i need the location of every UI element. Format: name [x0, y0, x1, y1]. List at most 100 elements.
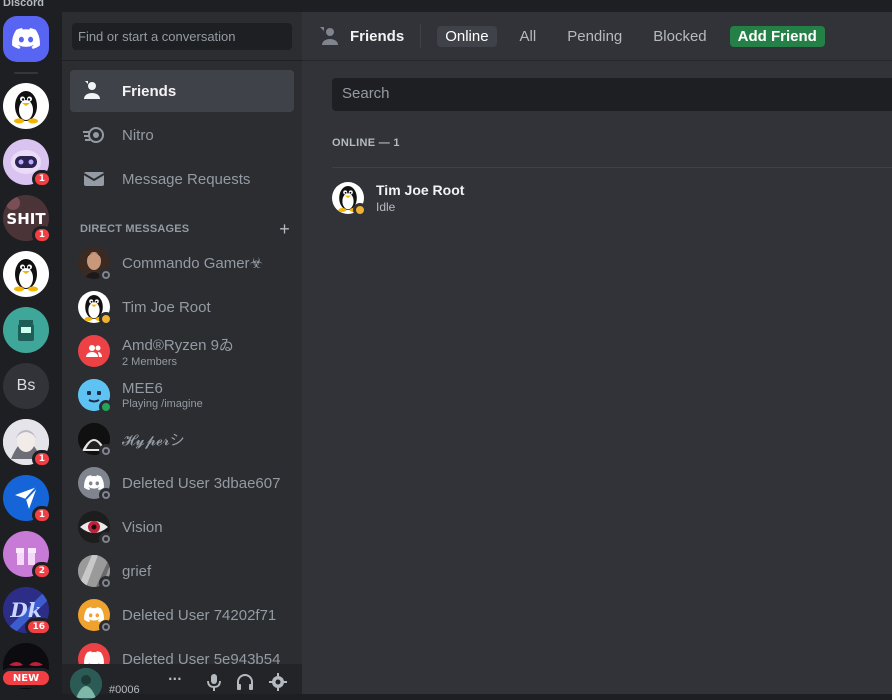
discord-logo-icon: [84, 651, 104, 664]
server-anime-badge: 1: [31, 450, 52, 468]
avatar: [78, 379, 113, 414]
dm-sidebar: Find or start a conversation Friends Nit…: [62, 12, 302, 664]
nav-friends[interactable]: Friends: [70, 70, 294, 112]
dm-item[interactable]: 𝓗𝔂𝓹𝓮𝓻シ: [70, 417, 294, 461]
microphone-icon[interactable]: [204, 672, 224, 692]
friend-status: Idle: [376, 200, 396, 214]
sidebar-divider: [62, 60, 302, 61]
server-tux-1[interactable]: [3, 83, 49, 129]
dm-name: Amd®Ryzen 9ゐ: [122, 337, 234, 354]
server-tux-2[interactable]: [3, 251, 49, 297]
user-tag: #0006: [109, 684, 140, 696]
friends-header-bar: Friends Online All Pending Blocked Add F…: [302, 12, 892, 61]
tab-all[interactable]: All: [512, 26, 545, 47]
dm-item[interactable]: Commando Gamer☣: [70, 241, 294, 285]
dm-item[interactable]: grief: [70, 549, 294, 593]
tab-blocked[interactable]: Blocked: [645, 26, 714, 47]
status-offline: [99, 268, 113, 282]
dm-name: Vision: [122, 518, 163, 536]
dm-item[interactable]: MEE6 Playing /imagine: [70, 373, 294, 417]
dm-name: Tim Joe Root: [122, 298, 211, 316]
server-blue-arrow[interactable]: 1: [3, 475, 52, 524]
status-offline: [99, 576, 113, 590]
server-gift[interactable]: 2: [3, 531, 52, 580]
avatar: [78, 555, 113, 590]
dm-name: MEE6: [122, 380, 163, 397]
friend-name: Tim Joe Root: [376, 182, 465, 198]
gear-icon[interactable]: [268, 672, 288, 692]
tab-pending[interactable]: Pending: [559, 26, 630, 47]
tux-icon: [14, 91, 38, 124]
server-dk-badge: 16: [25, 618, 52, 636]
status-online: [99, 400, 113, 414]
server-robot[interactable]: 1: [3, 139, 52, 188]
friends-wave-icon: [318, 24, 342, 48]
dm-name: Commando Gamer☣: [122, 255, 263, 272]
dm-item[interactable]: Tim Joe Root: [70, 285, 294, 329]
server-bs-initials: Bs: [16, 377, 36, 394]
nav-message-requests-label: Message Requests: [122, 170, 251, 188]
dm-item[interactable]: Deleted User 3dbae607: [70, 461, 294, 505]
find-conversation-button[interactable]: Find or start a conversation: [72, 23, 292, 50]
nav-friends-label: Friends: [122, 82, 177, 100]
status-offline: [99, 488, 113, 502]
status-idle: [353, 203, 367, 217]
server-teal[interactable]: [3, 307, 49, 353]
avatar: [78, 247, 113, 282]
dm-item[interactable]: Amd®Ryzen 9ゐ 2 Members: [70, 329, 294, 373]
dm-name: grief: [122, 562, 152, 580]
status-offline: [99, 620, 113, 634]
dm-name: 𝓗𝔂𝓹𝓮𝓻シ: [122, 431, 185, 449]
dm-name: Deleted User 74202f71: [122, 606, 277, 624]
avatar: [78, 643, 110, 664]
dm-name: Deleted User 5e943b54: [122, 650, 281, 665]
home-button[interactable]: [3, 16, 49, 62]
title-bar: Discord: [0, 0, 892, 12]
new-badge[interactable]: NEW: [0, 668, 52, 688]
friends-search-input[interactable]: Search: [332, 78, 892, 111]
server-dk[interactable]: Dk 16: [3, 587, 52, 636]
server-shit-badge: 1: [31, 226, 52, 244]
server-anime[interactable]: 1: [3, 419, 52, 468]
group-dm-icon: [86, 345, 102, 357]
status-offline: [99, 532, 113, 546]
friend-row[interactable]: Tim Joe Root Idle: [332, 178, 892, 218]
tux-icon: [14, 259, 38, 292]
headphones-icon[interactable]: [235, 672, 255, 692]
direct-messages-header: DIRECT MESSAGES +: [80, 220, 290, 238]
dm-item[interactable]: Deleted User 5e943b54: [70, 637, 294, 664]
create-dm-plus-icon[interactable]: +: [279, 220, 290, 238]
status-idle: [99, 312, 113, 326]
trash-bin-icon: [18, 320, 34, 341]
user-more-icon[interactable]: ···: [168, 672, 182, 686]
tab-online[interactable]: Online: [437, 25, 497, 47]
avatar: [78, 467, 113, 502]
dm-subtext: Playing /imagine: [122, 398, 203, 410]
direct-messages-title: DIRECT MESSAGES: [80, 223, 190, 235]
nav-message-requests[interactable]: Message Requests: [70, 158, 294, 200]
avatar: [78, 291, 113, 326]
dm-subtext: 2 Members: [122, 356, 178, 368]
dm-item[interactable]: Vision: [70, 505, 294, 549]
dm-item[interactable]: Deleted User 74202f71: [70, 593, 294, 637]
dm-name: Deleted User 3dbae607: [122, 474, 281, 492]
add-friend-button[interactable]: Add Friend: [729, 25, 825, 47]
server-robot-badge: 1: [31, 170, 52, 188]
server-shit[interactable]: SHIT 1: [3, 195, 52, 244]
app-title: Discord: [3, 0, 44, 9]
nitro-icon: [82, 123, 106, 147]
avatar: [78, 511, 113, 546]
page-title: Friends: [350, 27, 405, 45]
rail-divider: [14, 72, 38, 74]
avatar: [332, 182, 367, 217]
list-divider: [332, 167, 892, 168]
nav-nitro[interactable]: Nitro: [70, 114, 294, 156]
server-bs[interactable]: Bs: [3, 363, 49, 409]
friends-wave-icon: [82, 79, 106, 103]
main-content: Friends Online All Pending Blocked Add F…: [302, 12, 892, 694]
discord-logo-icon: [12, 28, 40, 49]
user-avatar[interactable]: [70, 668, 102, 700]
avatar: [78, 599, 113, 634]
server-rail: 1 SHIT 1 Bs 1 1 2 Dk 16 NEW: [0, 12, 62, 694]
user-panel: #0006 ···: [62, 664, 302, 700]
